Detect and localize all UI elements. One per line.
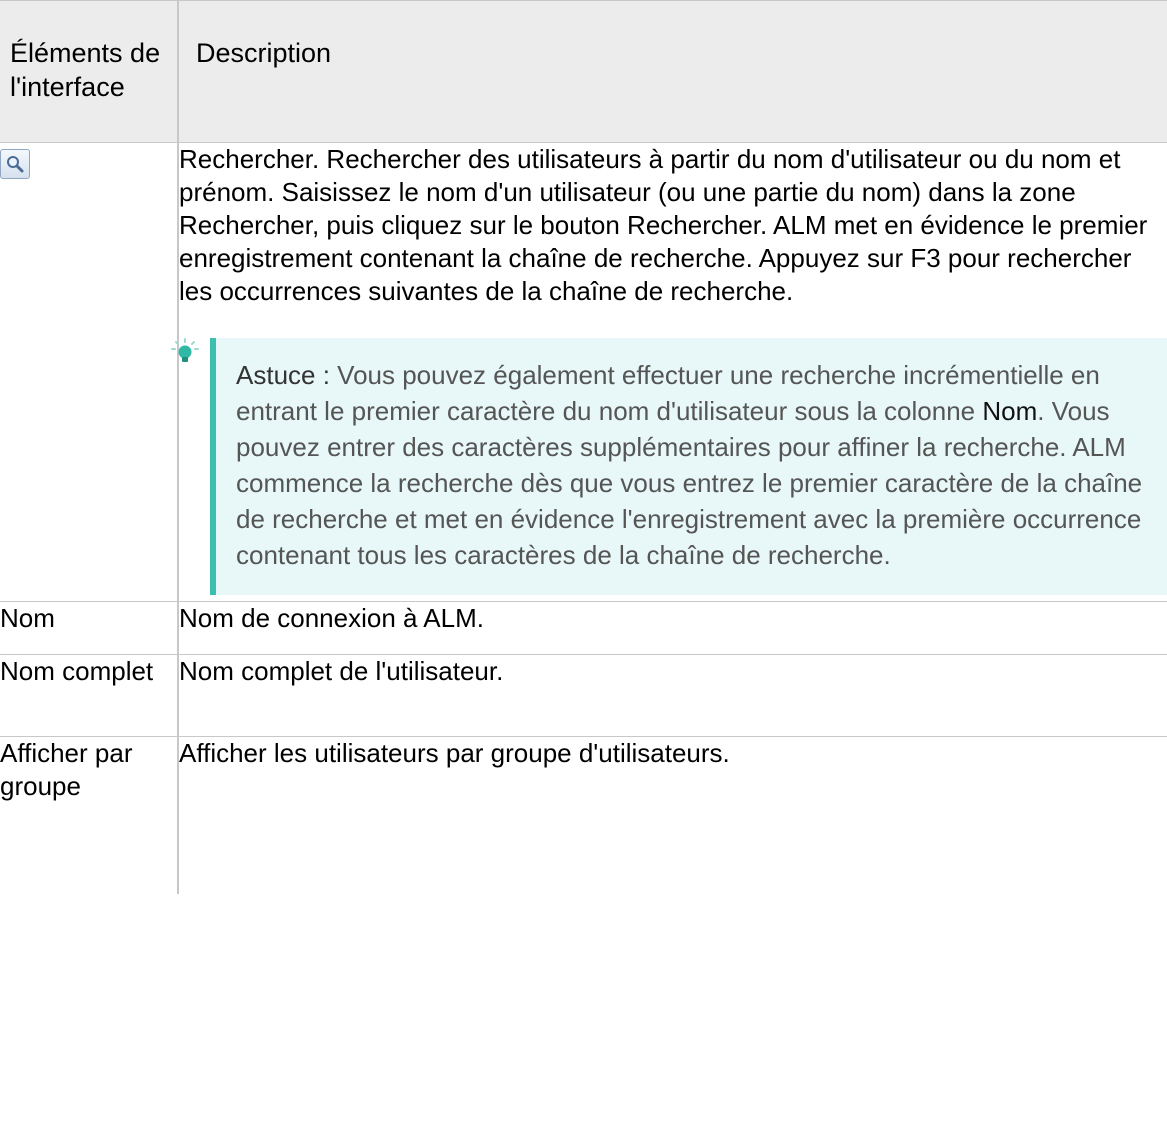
row-label: Nom complet (0, 654, 179, 737)
search-element-cell (0, 142, 179, 602)
search-description-cell: Rechercher. Rechercher des utilisateurs … (171, 142, 1167, 602)
search-description: Rechercher. Rechercher des utilisateurs … (179, 143, 1167, 308)
row-description: Nom de connexion à ALM. (178, 601, 1167, 655)
table-row-afficher-par-groupe: Afficher par groupe Afficher les utilisa… (0, 736, 1167, 894)
row-description: Afficher les utilisateurs par groupe d'u… (178, 736, 1167, 894)
search-keyword-2: Rechercher (627, 210, 761, 240)
tip-label: Astuce : (236, 360, 330, 390)
table-row-nom: Nom Nom de connexion à ALM. (0, 601, 1167, 655)
table-row-search: Rechercher. Rechercher des utilisateurs … (0, 142, 1167, 602)
row-description: Nom complet de l'utilisateur. (178, 654, 1167, 737)
search-button-icon (0, 149, 30, 179)
header-ui-elements: Éléments de l'interface (0, 0, 179, 143)
magnifier-icon (7, 156, 24, 173)
row-label: Afficher par groupe (0, 736, 179, 894)
search-text-2: , puis cliquez sur le bouton (311, 210, 628, 240)
search-text-1: Rechercher des utilisateurs à partir du … (179, 144, 1121, 207)
search-keyword-1: Rechercher (179, 210, 312, 240)
search-term: Rechercher. (179, 144, 320, 174)
row-label: Nom (0, 601, 179, 655)
lightbulb-icon (171, 338, 199, 362)
tip-text-1: Vous pouvez également effectuer une rech… (236, 360, 1100, 426)
table-row-nom-complet: Nom complet Nom complet de l'utilisateur… (0, 654, 1167, 737)
tip-keyword: Nom (982, 396, 1038, 426)
tip-block: Astuce : Vous pouvez également effectuer… (170, 338, 1167, 595)
ui-elements-table: Éléments de l'interface Description Rech… (0, 0, 1167, 894)
table-header-row: Éléments de l'interface Description (0, 0, 1167, 143)
tip-box: Astuce : Vous pouvez également effectuer… (210, 338, 1167, 595)
header-description: Description (178, 0, 1167, 143)
